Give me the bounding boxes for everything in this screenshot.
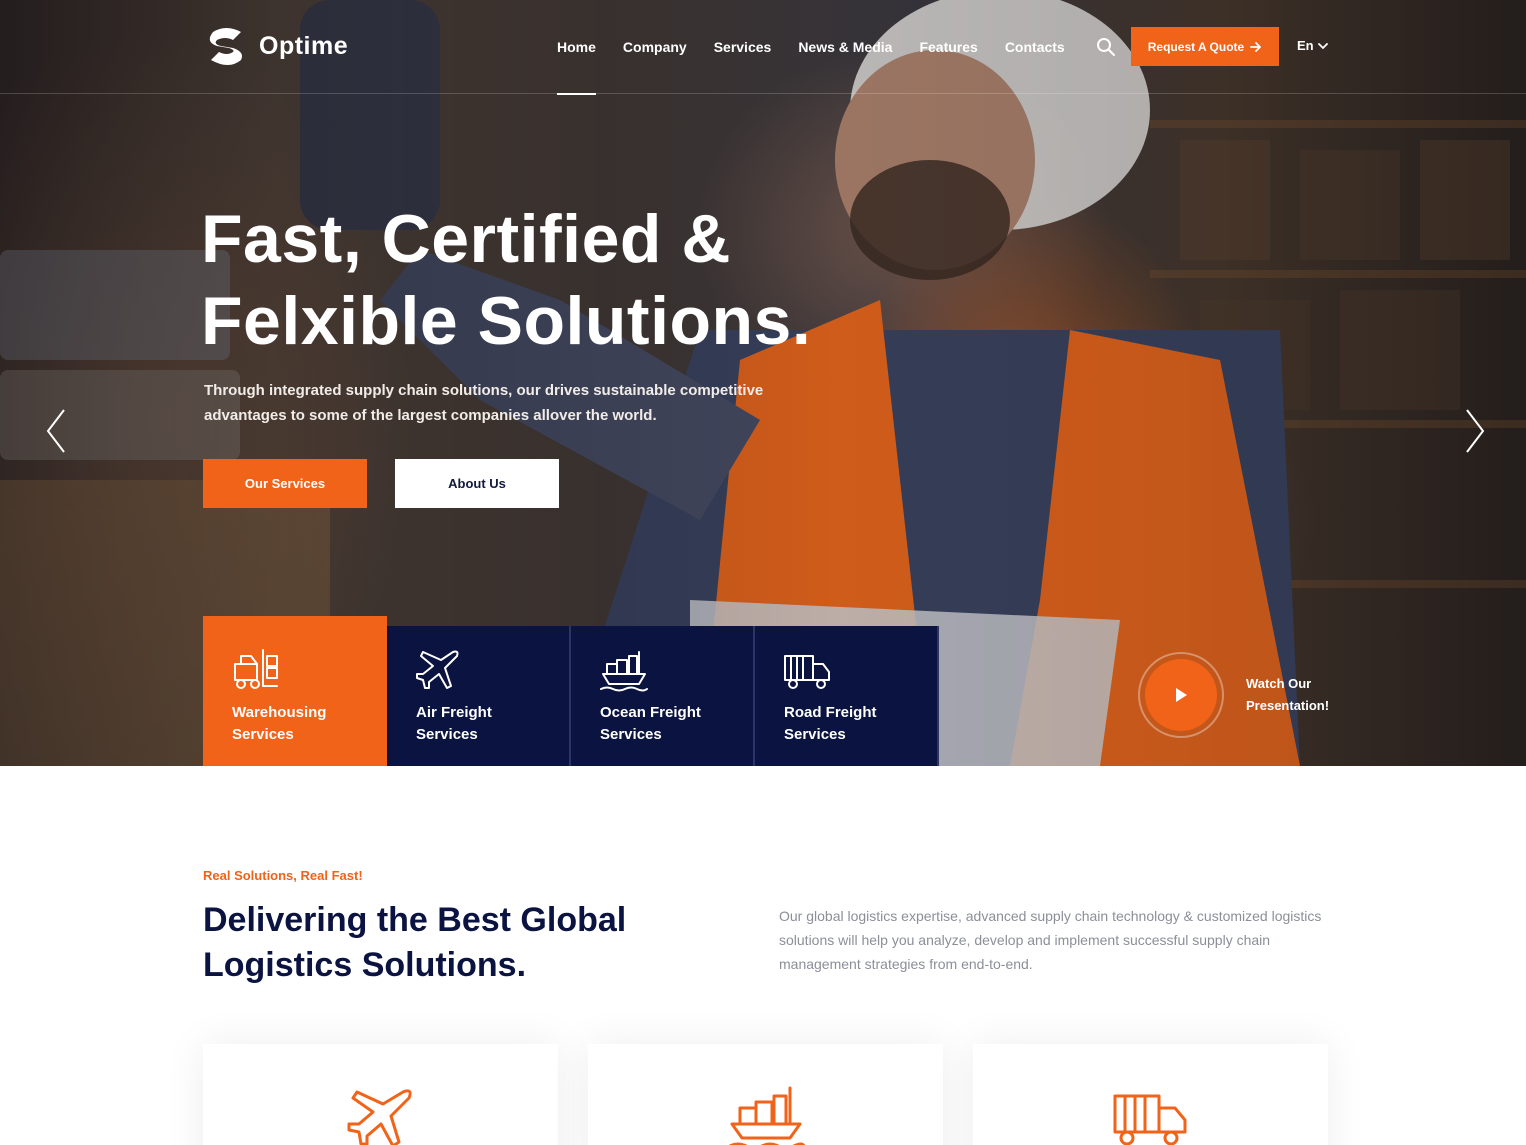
about-us-button[interactable]: About Us [395,459,559,508]
tile-air-freight-label: Air Freight Services [416,704,492,743]
logo-icon [209,28,242,65]
play-icon [1176,688,1187,702]
nav-item-news-media[interactable]: News & Media [798,0,892,94]
truck-icon [1113,1094,1186,1145]
nav-item-company[interactable]: Company [623,0,687,94]
feature-card-road[interactable] [973,1044,1328,1145]
hero-subtitle: Through integrated supply chain solution… [204,382,764,424]
truck-icon [784,655,830,689]
watch-presentation-label: Watch Our Presentation! [1246,676,1330,713]
site-header: Optime Home Company Services News & Medi… [0,0,1526,95]
ship-icon [600,651,648,692]
section-description: Our global logistics expertise, advanced… [779,908,1322,972]
slider-next-arrow-icon[interactable] [1463,406,1489,456]
logo[interactable]: Optime [203,26,348,66]
feature-card-air[interactable] [203,1044,558,1145]
chevron-down-icon [1317,42,1328,49]
feature-cards [203,1044,1328,1145]
hero-title: Fast, Certified & Felxible Solutions. [201,198,961,362]
request-quote-label: Request A Quote [1147,39,1245,54]
slider-prev-arrow-icon[interactable] [42,406,68,456]
nav-item-home[interactable]: Home [557,0,596,95]
tile-road-freight-label: Road Freight Services [784,704,877,743]
feature-card-ocean[interactable] [588,1044,943,1145]
nav-item-services[interactable]: Services [714,0,772,94]
ship-icon [728,1086,805,1145]
brand-name: Optime [259,31,349,60]
tile-road-freight[interactable]: Road Freight Services [755,626,939,766]
request-quote-button[interactable]: Request A Quote [1131,27,1279,66]
airplane-icon [416,650,459,689]
tile-ocean-freight-label: Ocean Freight Services [600,704,701,743]
hero-title-line-1: Fast, Certified & [201,201,731,277]
service-tiles: Warehousing Services Air Freight Service… [203,616,939,766]
airplane-icon [347,1089,412,1145]
language-label: En [1297,38,1314,53]
forklift-icon [234,649,278,689]
main-nav: Home Company Services News & Media Featu… [557,0,1092,95]
play-button-ring [1138,652,1224,738]
play-button[interactable] [1145,659,1217,731]
tile-warehousing[interactable]: Warehousing Services [203,616,387,766]
section-kicker: Real Solutions, Real Fast! [203,868,363,883]
section-title: Delivering the Best Global Logistics Sol… [203,901,627,984]
watch-presentation[interactable]: Watch Our Presentation! [1138,652,1336,738]
nav-item-contacts[interactable]: Contacts [1005,0,1065,94]
our-services-button[interactable]: Our Services [203,459,367,508]
tile-air-freight[interactable]: Air Freight Services [387,626,571,766]
hero-title-line-2: Felxible Solutions. [201,283,812,359]
tile-warehousing-label: Warehousing Services [232,704,327,743]
search-icon[interactable] [1096,37,1116,57]
arrow-right-icon [1250,41,1262,52]
nav-item-features[interactable]: Features [919,0,977,94]
language-selector[interactable]: En [1297,38,1328,53]
tile-ocean-freight[interactable]: Ocean Freight Services [571,626,755,766]
